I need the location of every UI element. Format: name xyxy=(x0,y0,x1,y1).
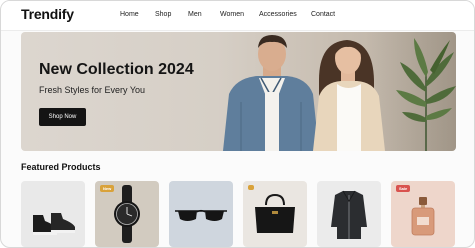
nav-link-women[interactable]: Women xyxy=(220,11,244,18)
nav-link-men[interactable]: Men xyxy=(188,11,202,18)
hero-models-image xyxy=(223,35,385,151)
product-card-jacket[interactable] xyxy=(317,181,381,247)
nav-link-shop[interactable]: Shop xyxy=(155,11,171,18)
sale-badge: Sale xyxy=(396,185,411,192)
jacket-image xyxy=(331,190,367,239)
product-card-handbag[interactable] xyxy=(243,181,307,247)
product-card-watch[interactable]: New xyxy=(95,181,159,247)
sneakers-image xyxy=(33,213,75,235)
new-badge: New xyxy=(100,185,115,192)
product-card-perfume[interactable]: Sale xyxy=(391,181,455,247)
product-card-sneakers[interactable] xyxy=(21,181,85,247)
hero-plant-image xyxy=(396,38,456,151)
nav-link-home[interactable]: Home xyxy=(120,11,139,18)
handbag-image xyxy=(255,193,295,233)
hero-subtitle: Fresh Styles for Every You xyxy=(39,85,146,95)
brand-logo[interactable]: Trendify xyxy=(21,6,74,22)
nav-link-accessories[interactable]: Accessories xyxy=(259,11,297,18)
product-card-sunglasses[interactable] xyxy=(169,181,233,247)
shop-now-button[interactable]: Shop Now xyxy=(39,108,86,126)
hero-banner: New Collection 2024 Fresh Styles for Eve… xyxy=(21,32,456,151)
top-navbar: Trendify Home Shop Men Women Accessories… xyxy=(1,1,474,31)
featured-products-heading: Featured Products xyxy=(21,162,101,172)
hero-title: New Collection 2024 xyxy=(39,61,194,78)
tag-badge xyxy=(248,185,254,190)
browser-window: Trendify Home Shop Men Women Accessories… xyxy=(0,0,475,248)
sunglasses-image xyxy=(175,209,227,221)
nav-link-contact[interactable]: Contact xyxy=(311,11,335,18)
